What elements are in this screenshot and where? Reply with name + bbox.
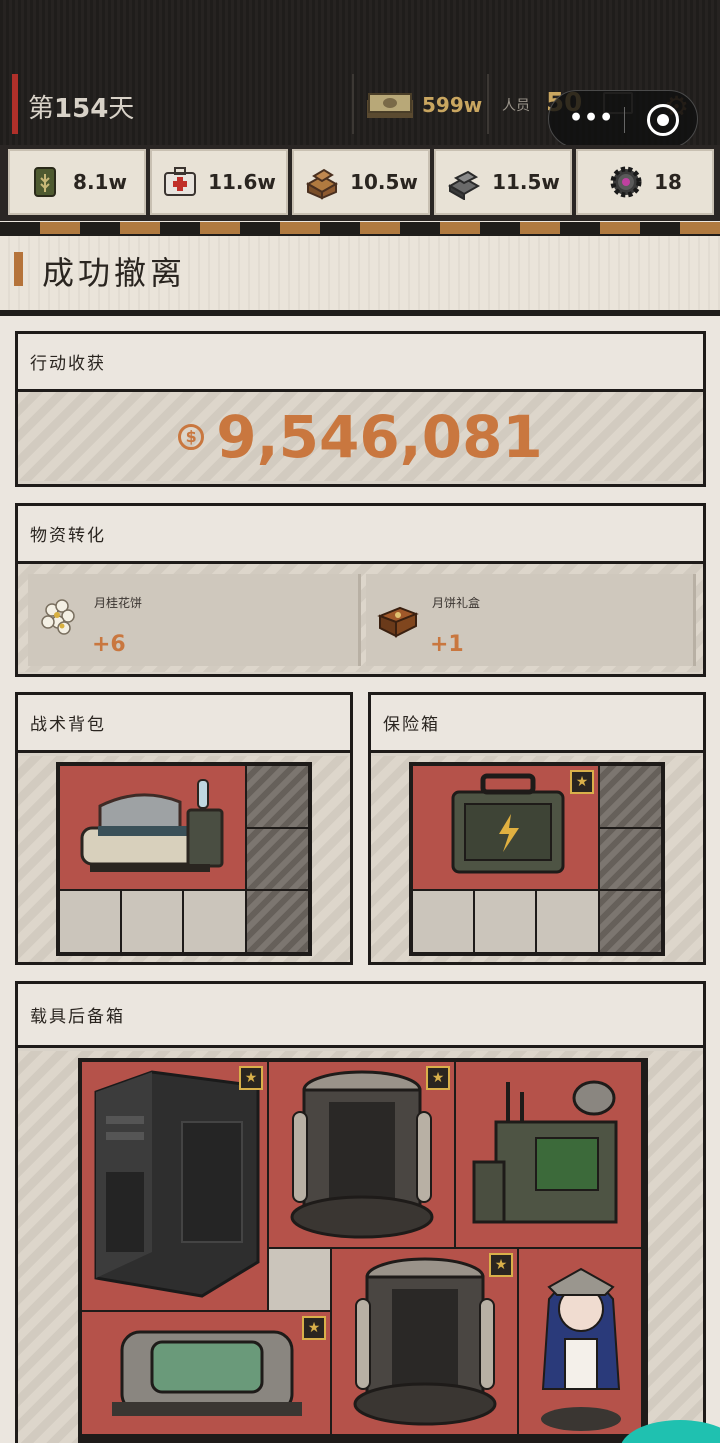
star-badge-icon: ★: [426, 1066, 450, 1090]
resource-parts[interactable]: 18: [576, 149, 714, 215]
star-badge-icon: ★: [489, 1253, 513, 1277]
backpack-grid: [56, 762, 312, 956]
inventory-item[interactable]: ★: [268, 1061, 455, 1248]
resource-wood[interactable]: 10.5w: [292, 149, 430, 215]
flower-icon: [41, 599, 75, 635]
panel-title: 载具后备箱: [18, 984, 703, 1048]
empty-slot[interactable]: [536, 890, 599, 953]
radio-station-icon: [472, 1080, 618, 1224]
capsule-divider: [624, 107, 625, 133]
empty-slot[interactable]: [121, 890, 183, 953]
inventory-item[interactable]: ★: [331, 1248, 518, 1435]
income-panel: 行动收获 $ 9,546,081: [15, 331, 706, 487]
star-badge-icon: ★: [302, 1316, 326, 1340]
inventory-item[interactable]: [455, 1061, 642, 1248]
conversion-panel: 物资转化 月桂花饼 +6 月饼礼盒 +1: [15, 503, 706, 677]
gift-box-icon: [377, 606, 419, 638]
empty-slot[interactable]: [59, 890, 121, 953]
resource-bar: 8.1w 11.6w 10.5w 11.5w 18: [0, 145, 720, 221]
conversion-item-name: 月饼礼盒: [432, 596, 481, 610]
locked-slot: [599, 765, 662, 828]
inventory-item[interactable]: [518, 1248, 642, 1435]
panel-title: 物资转化: [18, 506, 703, 564]
panel-title: 保险箱: [371, 695, 703, 753]
conversion-item[interactable]: 月桂花饼 +6: [28, 574, 361, 666]
hazard-stripe: [0, 222, 720, 236]
day-counter: 第154天: [28, 94, 135, 124]
panel-title: 战术背包: [18, 695, 350, 753]
panel-title: 行动收获: [18, 334, 703, 392]
income-body: $ 9,546,081: [18, 392, 703, 481]
cryo-capsule-icon: [112, 1330, 302, 1416]
top-status-bar: 第154天 599w 人员 50 ⚙ •••: [0, 0, 720, 148]
empty-slot[interactable]: [412, 890, 474, 953]
coin-icon: $: [178, 423, 205, 450]
locked-slot: [599, 890, 662, 953]
safe-panel: 保险箱 ★: [368, 692, 706, 965]
resource-metal[interactable]: 11.5w: [434, 149, 572, 215]
locked-slot: [599, 828, 662, 890]
metal-ingot-icon: [448, 170, 481, 200]
backpack-panel: 战术背包: [15, 692, 353, 965]
staff-label: 人员: [502, 98, 530, 114]
conversion-item-qty: +1: [430, 632, 464, 657]
trunk-grid: ★ ★ ★ ★: [78, 1058, 648, 1443]
inventory-item[interactable]: ★: [81, 1061, 268, 1311]
resource-food[interactable]: 8.1w: [8, 149, 146, 215]
result-header: 成功撤离: [0, 236, 720, 316]
page-title: 成功撤离: [42, 254, 187, 292]
conversion-item-name: 月桂花饼: [94, 596, 143, 610]
conversion-item-qty: +6: [92, 632, 126, 657]
wood-planks-icon: [306, 168, 339, 200]
miniprogram-capsule[interactable]: •••: [548, 90, 698, 148]
medical-pod-icon: [80, 779, 224, 872]
gear-part-icon: [610, 166, 642, 198]
server-tower-icon: [94, 1070, 260, 1298]
empty-slot[interactable]: [474, 890, 536, 953]
header-accent-bar: [14, 252, 23, 286]
conversion-body: 月桂花饼 +6 月饼礼盒 +1: [18, 564, 703, 672]
medkit-icon: [164, 167, 197, 196]
locked-slot: [246, 890, 309, 953]
grain-sack-icon: [34, 167, 57, 197]
maid-figure-icon: [541, 1267, 621, 1431]
close-target-icon[interactable]: [647, 104, 679, 136]
more-dots-icon[interactable]: •••: [569, 105, 614, 131]
divider: [352, 74, 354, 134]
inventory-item[interactable]: ★: [412, 765, 599, 890]
safe-grid: ★: [409, 762, 665, 956]
cash-value: 599w: [422, 93, 483, 117]
vehicle-trunk-panel: 载具后备箱 ★ ★ ★ ★: [15, 981, 706, 1443]
conversion-item[interactable]: 月饼礼盒 +1: [366, 574, 696, 666]
star-badge-icon: ★: [239, 1066, 263, 1090]
income-amount: 9,546,081: [216, 402, 543, 471]
locked-slot: [246, 828, 309, 890]
inventory-item[interactable]: [59, 765, 246, 890]
inventory-item[interactable]: ★: [81, 1311, 331, 1435]
star-badge-icon: ★: [570, 770, 594, 794]
empty-slot[interactable]: [268, 1248, 331, 1311]
empty-slot[interactable]: [183, 890, 246, 953]
divider: [487, 74, 489, 134]
resource-medicine[interactable]: 11.6w: [150, 149, 288, 215]
locked-slot: [246, 765, 309, 828]
cash-stack-icon: [367, 93, 413, 118]
day-accent-bar: [12, 74, 18, 134]
